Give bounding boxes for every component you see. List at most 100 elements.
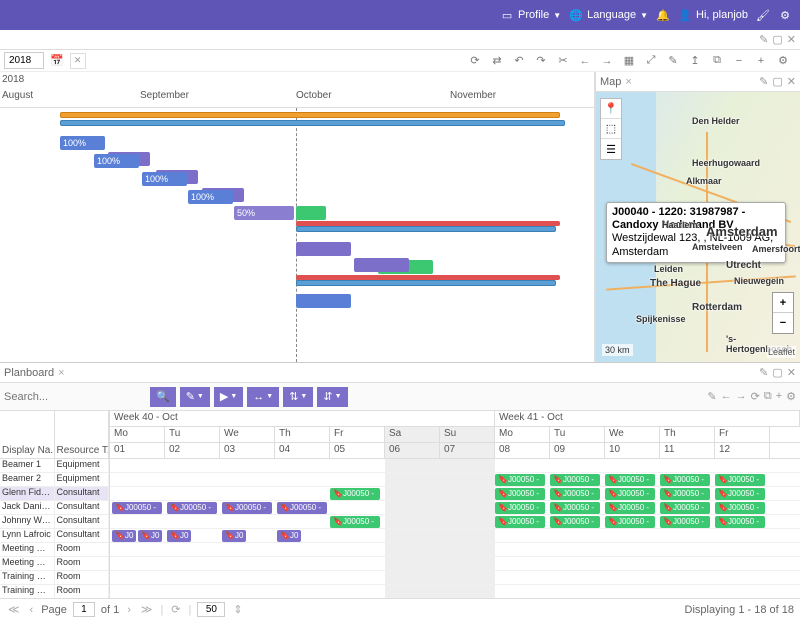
- schedule-chip[interactable]: 🔖J00050 -: [660, 502, 710, 514]
- resource-row[interactable]: Glenn FidichConsultant: [0, 487, 109, 501]
- schedule-chip[interactable]: 🔖J00050 -: [330, 488, 380, 500]
- schedule-row[interactable]: 🔖J00050 -🔖J00050 -🔖J00050 -🔖J00050 -🔖J00…: [110, 515, 800, 529]
- minus-icon[interactable]: −: [730, 52, 748, 70]
- schedule-chip[interactable]: 🔖J0: [167, 530, 191, 542]
- close-icon[interactable]: ×: [625, 76, 631, 88]
- gantt-summary-bar[interactable]: [296, 280, 556, 286]
- schedule-chip[interactable]: 🔖J00050 -: [550, 488, 600, 500]
- zoom-out-button[interactable]: −: [773, 313, 793, 333]
- col-header-type[interactable]: Resource T...: [55, 411, 110, 459]
- layers-icon[interactable]: ⬚: [601, 119, 621, 139]
- schedule-chip[interactable]: 🔖J00050 -: [330, 516, 380, 528]
- page-input[interactable]: [73, 602, 95, 617]
- gantt-critical-bar[interactable]: [296, 275, 560, 280]
- schedule-row[interactable]: 🔖J00050 -🔖J00050 -🔖J00050 -🔖J00050 -🔖J00…: [110, 473, 800, 487]
- undo-icon[interactable]: ↶: [510, 52, 528, 70]
- maximize-icon[interactable]: ▢: [772, 75, 782, 88]
- gantt-summary-bar[interactable]: [60, 112, 560, 118]
- schedule-chip[interactable]: 🔖J00050 -: [495, 474, 545, 486]
- gantt-task-bar[interactable]: 50%: [234, 206, 294, 220]
- schedule-row[interactable]: [110, 459, 800, 473]
- profile-menu[interactable]: ▭ Profile ▼: [500, 8, 561, 22]
- schedule-chip[interactable]: 🔖J00050 -: [495, 516, 545, 528]
- schedule-row[interactable]: [110, 571, 800, 585]
- prev-page-button[interactable]: ‹: [28, 604, 36, 616]
- schedule-chip[interactable]: 🔖J0: [222, 530, 246, 542]
- range-dropdown[interactable]: ↔▼: [247, 387, 279, 407]
- gear3-icon[interactable]: ⚙: [786, 390, 796, 403]
- calendar-icon[interactable]: 📅: [50, 54, 64, 67]
- resource-row[interactable]: Beamer 2Equipment: [0, 473, 109, 487]
- maximize-icon[interactable]: ▢: [772, 366, 782, 379]
- cut-icon[interactable]: ✂: [554, 52, 572, 70]
- gantt-summary-bar[interactable]: [60, 120, 565, 126]
- schedule-chip[interactable]: 🔖J00050 -: [660, 488, 710, 500]
- search-button[interactable]: 🔍: [150, 387, 176, 407]
- close-icon[interactable]: ✕: [787, 366, 796, 379]
- first-page-button[interactable]: ≪: [6, 603, 22, 616]
- resource-row[interactable]: Meeting Roo...Room: [0, 543, 109, 557]
- schedule-chip[interactable]: 🔖J00050 -: [222, 502, 272, 514]
- schedule-row[interactable]: 🔖J00050 -🔖J00050 -🔖J00050 -🔖J00050 -🔖J00…: [110, 487, 800, 501]
- gantt-task-bar[interactable]: 100%: [60, 136, 105, 150]
- schedule-chip[interactable]: 🔖J00050 -: [495, 502, 545, 514]
- edit-icon[interactable]: ✎: [759, 75, 768, 88]
- schedule-chip[interactable]: 🔖J00050 -: [550, 474, 600, 486]
- gantt-critical-bar[interactable]: [296, 221, 560, 226]
- schedule-chip[interactable]: 🔖J00050 -: [660, 516, 710, 528]
- schedule-chip[interactable]: 🔖J00050 -: [715, 502, 765, 514]
- pencil-icon[interactable]: ✎: [707, 390, 716, 403]
- redo-icon[interactable]: ↷: [532, 52, 550, 70]
- arrow-right-icon[interactable]: →: [736, 390, 747, 403]
- refresh2-icon[interactable]: ⟳: [751, 390, 760, 403]
- resource-row[interactable]: Jack DanielsConsultant: [0, 501, 109, 515]
- schedule-chip[interactable]: 🔖J00050 -: [715, 516, 765, 528]
- schedule-chip[interactable]: 🔖J00050 -: [605, 502, 655, 514]
- map-tab[interactable]: Map: [600, 76, 621, 88]
- gantt-task-bar[interactable]: [296, 294, 351, 308]
- gantt-body[interactable]: 100% 100% 100% 100% 50%: [0, 108, 594, 362]
- schedule-chip[interactable]: 🔖J00050 -: [277, 502, 327, 514]
- arrow-left-icon[interactable]: ←: [721, 390, 732, 403]
- plus-icon[interactable]: +: [752, 52, 770, 70]
- sort-dropdown[interactable]: ⇅▼: [283, 387, 313, 407]
- resource-row[interactable]: Beamer 1Equipment: [0, 459, 109, 473]
- edit-icon[interactable]: ✎: [759, 33, 768, 46]
- link-icon[interactable]: ⇄: [488, 52, 506, 70]
- gantt-task-bar[interactable]: [296, 206, 326, 220]
- schedule-row[interactable]: [110, 585, 800, 598]
- close-icon[interactable]: ×: [58, 367, 64, 379]
- chart-icon[interactable]: ⤢: [642, 52, 660, 70]
- schedule-row[interactable]: 🔖J00050 - 🔖J00050 - 🔖J00050 - 🔖J00050 - 🔖J00…: [110, 501, 800, 515]
- last-page-button[interactable]: ≫: [139, 603, 155, 616]
- filter-dropdown[interactable]: ⇵▼: [317, 387, 347, 407]
- language-menu[interactable]: 🌐 Language ▼: [569, 8, 648, 22]
- schedule-chip[interactable]: 🔖J0: [138, 530, 162, 542]
- edit-dropdown[interactable]: ✎▼: [180, 387, 210, 407]
- schedule-row[interactable]: 🔖J0🔖J0🔖J0🔖J0🔖J0: [110, 529, 800, 543]
- edit-icon[interactable]: ✎: [759, 366, 768, 379]
- gantt-task-bar[interactable]: [354, 258, 409, 272]
- gantt-task-bar[interactable]: 100%: [94, 154, 139, 168]
- schedule-chip[interactable]: 🔖J0: [277, 530, 301, 542]
- edit2-icon[interactable]: ✎: [664, 52, 682, 70]
- planboard-tab[interactable]: Planboard: [4, 367, 54, 379]
- schedule-row[interactable]: [110, 543, 800, 557]
- up-icon[interactable]: ↥: [686, 52, 704, 70]
- close-icon[interactable]: ✕: [787, 33, 796, 46]
- gantt-summary-bar[interactable]: [296, 226, 556, 232]
- schedule-chip[interactable]: 🔖J00050 -: [495, 488, 545, 500]
- pin-icon[interactable]: 📍: [601, 99, 621, 119]
- gantt-task-bar[interactable]: [296, 242, 351, 256]
- refresh-page-button[interactable]: ⟳: [169, 603, 182, 616]
- notifications-button[interactable]: 🔔: [656, 8, 670, 22]
- schedule-chip[interactable]: 🔖J00050 -: [112, 502, 162, 514]
- schedule-chip[interactable]: 🔖J00050 -: [660, 474, 710, 486]
- prev-icon[interactable]: ←: [576, 52, 594, 70]
- gantt-task-bar[interactable]: 100%: [188, 190, 233, 204]
- schedule-row[interactable]: [110, 557, 800, 571]
- map[interactable]: 📍 ⬚ ☰ J00040 - 1220: 31987987 - Candoxy …: [596, 92, 800, 362]
- resource-row[interactable]: Training Roo...Room: [0, 571, 109, 585]
- schedule-chip[interactable]: 🔖J00050 -: [715, 474, 765, 486]
- schedule-chip[interactable]: 🔖J0: [112, 530, 136, 542]
